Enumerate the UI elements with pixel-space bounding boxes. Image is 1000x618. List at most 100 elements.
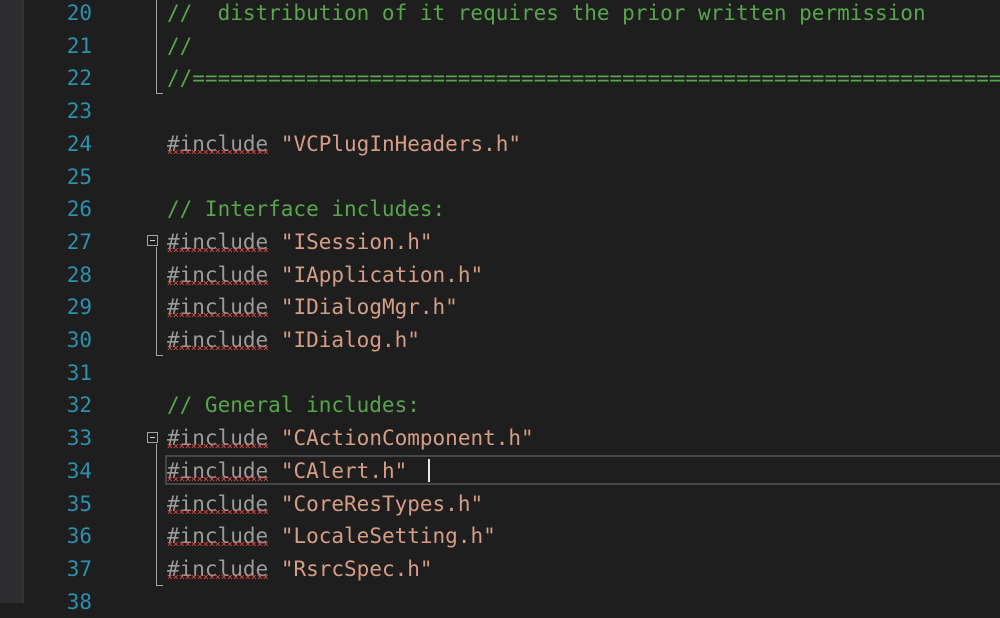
- string-literal: "RsrcSpec.h": [280, 556, 433, 581]
- error-squiggle: [167, 542, 269, 547]
- code-line[interactable]: 21 //: [0, 30, 1000, 63]
- string-literal: "VCPlugInHeaders.h": [280, 131, 522, 156]
- preprocessor-directive: #include: [167, 131, 269, 156]
- code-text[interactable]: #include "ISession.h": [167, 226, 433, 259]
- line-number: 26: [66, 197, 92, 222]
- string-literal: "CActionComponent.h": [280, 426, 534, 451]
- comment-text: // Interface includes:: [167, 197, 446, 222]
- preprocessor-directive: #include: [167, 295, 269, 320]
- code-line[interactable]: 32 // General includes:: [0, 389, 1000, 422]
- comment-text: // General includes:: [167, 393, 420, 418]
- code-text[interactable]: #include "IDialog.h": [167, 324, 420, 357]
- preprocessor-directive: #include: [167, 229, 269, 254]
- line-number: 30: [66, 328, 92, 352]
- code-text[interactable]: #include "IApplication.h": [167, 259, 483, 292]
- code-line[interactable]: 35 #include "CoreResTypes.h": [0, 488, 1000, 521]
- preprocessor-directive: #include: [167, 328, 269, 352]
- comment-text: // distribution of it requires the prior…: [167, 1, 926, 25]
- error-squiggle: [167, 280, 269, 285]
- preprocessor-directive: #include: [167, 262, 269, 287]
- code-text[interactable]: // General includes:: [167, 389, 420, 422]
- string-literal: "IDialog.h": [280, 328, 420, 352]
- outline-guide: [156, 247, 157, 355]
- code-line[interactable]: 36 #include "LocaleSetting.h": [0, 520, 1000, 553]
- string-literal: "IDialogMgr.h": [280, 295, 458, 320]
- code-line[interactable]: 26 // Interface includes:: [0, 193, 1000, 226]
- code-line[interactable]: 28 #include "IApplication.h": [0, 259, 1000, 292]
- outline-guide-end: [156, 355, 163, 356]
- text-caret: [428, 459, 430, 482]
- line-number: 28: [66, 262, 92, 287]
- line-number: 32: [66, 393, 92, 418]
- code-text[interactable]: #include "LocaleSetting.h": [167, 520, 496, 553]
- preprocessor-directive: #include: [167, 556, 269, 581]
- line-number: 21: [66, 33, 92, 58]
- outline-guide: [156, 444, 157, 585]
- line-number: 24: [66, 131, 92, 156]
- code-line[interactable]: 23: [0, 95, 1000, 128]
- error-squiggle: [167, 149, 269, 154]
- line-number: 25: [66, 164, 92, 189]
- string-literal: "LocaleSetting.h": [280, 524, 496, 549]
- code-text[interactable]: //: [167, 30, 192, 63]
- comment-text: //======================================…: [167, 66, 1000, 91]
- line-number: 33: [66, 426, 92, 451]
- error-squiggle: [167, 346, 269, 350]
- code-text[interactable]: #include "VCPlugInHeaders.h": [167, 128, 521, 161]
- error-squiggle: [167, 574, 269, 579]
- code-line[interactable]: 38: [0, 586, 1000, 618]
- line-number: 20: [66, 1, 92, 25]
- collapse-outline-icon[interactable]: [147, 432, 158, 443]
- code-text[interactable]: #include "RsrcSpec.h": [167, 553, 433, 586]
- code-text[interactable]: // distribution of it requires the prior…: [167, 0, 926, 30]
- outline-guide-end: [156, 585, 163, 586]
- comment-text: //: [167, 33, 193, 58]
- collapse-outline-icon[interactable]: [147, 235, 158, 246]
- current-line-highlight: [165, 455, 1000, 485]
- string-literal: "ISession.h": [280, 229, 433, 254]
- code-line[interactable]: 29 #include "IDialogMgr.h": [0, 291, 1000, 324]
- string-literal: "IApplication.h": [280, 262, 484, 287]
- code-line[interactable]: 25: [0, 161, 1000, 194]
- line-number: 31: [66, 360, 92, 385]
- error-squiggle: [167, 247, 269, 252]
- code-text[interactable]: #include "CActionComponent.h": [167, 422, 534, 455]
- preprocessor-directive: #include: [167, 524, 269, 549]
- line-number: 38: [66, 589, 92, 614]
- code-text[interactable]: // Interface includes:: [167, 193, 445, 226]
- code-line[interactable]: 30 #include "IDialog.h": [0, 324, 1000, 357]
- line-number: 35: [66, 491, 92, 516]
- code-line[interactable]: 37 #include "RsrcSpec.h": [0, 553, 1000, 586]
- code-editor[interactable]: 20 // distribution of it requires the pri…: [0, 0, 1000, 614]
- code-text[interactable]: #include "IDialogMgr.h": [167, 291, 458, 324]
- code-line[interactable]: 22 //====================================…: [0, 62, 1000, 95]
- line-number: 23: [66, 99, 92, 124]
- error-squiggle: [167, 444, 269, 449]
- code-line[interactable]: 31: [0, 357, 1000, 390]
- error-squiggle: [167, 313, 269, 318]
- line-number: 36: [66, 524, 92, 549]
- line-number: 27: [66, 229, 92, 254]
- string-literal: "CoreResTypes.h": [280, 491, 484, 516]
- preprocessor-directive: #include: [167, 426, 269, 451]
- preprocessor-directive: #include: [167, 491, 269, 516]
- code-text[interactable]: //======================================…: [167, 62, 1000, 95]
- line-number: 29: [66, 295, 92, 320]
- code-text[interactable]: #include "CoreResTypes.h": [167, 488, 483, 521]
- outline-guide: [156, 0, 157, 93]
- line-number: 22: [66, 66, 92, 91]
- code-line[interactable]: 24 #include "VCPlugInHeaders.h": [0, 128, 1000, 161]
- code-line[interactable]: 20 // distribution of it requires the pri…: [0, 0, 1000, 30]
- outline-guide-end: [156, 93, 163, 94]
- line-number: 37: [66, 556, 92, 581]
- line-number: 34: [66, 458, 92, 483]
